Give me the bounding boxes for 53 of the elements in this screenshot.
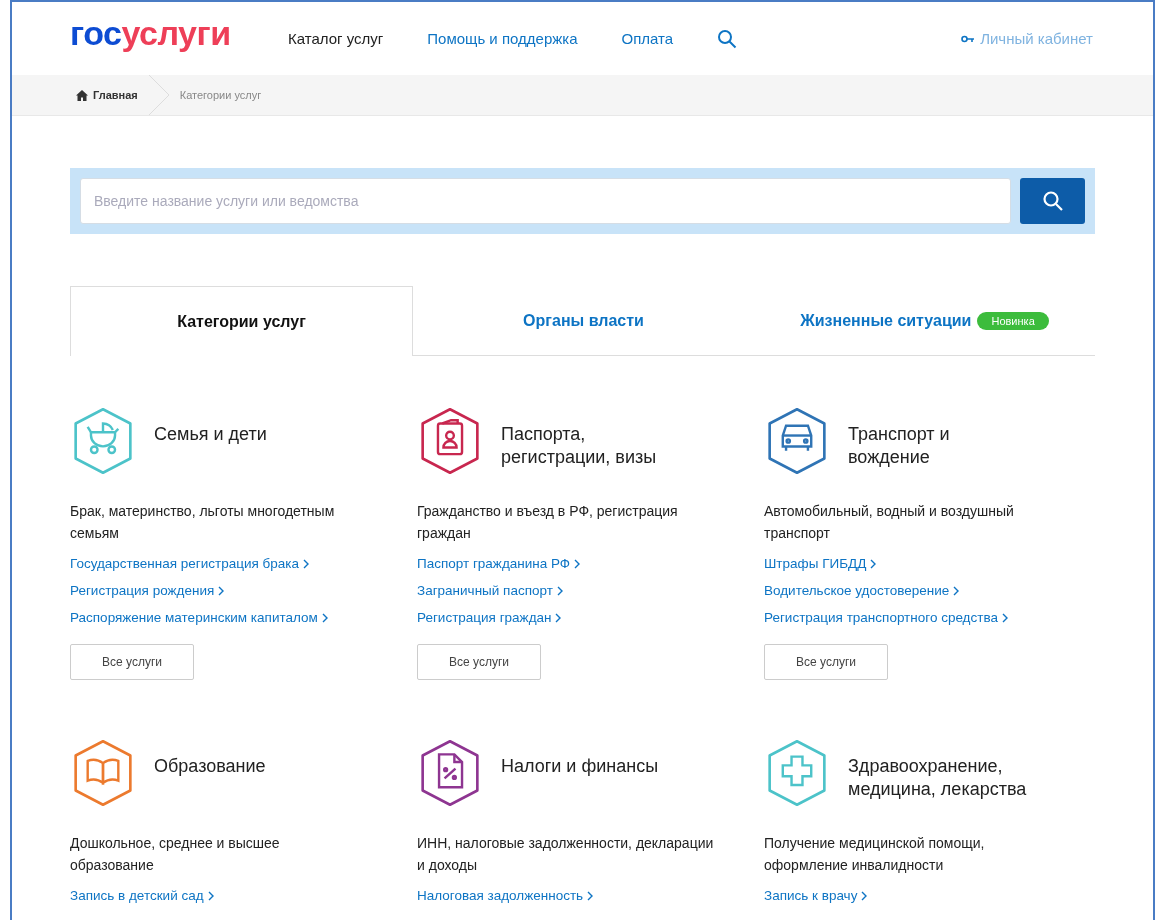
nav-link[interactable]: Каталог услуг	[288, 30, 384, 47]
chevron-icon	[555, 612, 562, 623]
all-services-button[interactable]: Все услуги	[764, 644, 888, 680]
service-link[interactable]: Регистрация граждан	[417, 610, 562, 625]
chevron-icon	[574, 558, 581, 569]
chevron-icon	[218, 585, 225, 596]
search-field[interactable]: Введите название услуги или ведомства	[80, 178, 1011, 224]
new-badge: Новинка	[977, 311, 1049, 330]
service-link[interactable]: Распоряжение материнским капиталом	[70, 610, 328, 625]
search-icon[interactable]	[717, 28, 738, 49]
chevron-icon	[1001, 612, 1008, 623]
breadcrumb-link[interactable]: Главная	[76, 89, 138, 101]
service-link[interactable]: Запись к врачу	[764, 888, 868, 903]
category-description: ИНН, налоговые задолженности, декларации и доходы	[417, 834, 714, 875]
service-link[interactable]: Водительское удостоверение	[764, 583, 960, 598]
chevron-icon	[303, 558, 310, 569]
chevron-icon	[321, 612, 328, 623]
chevron-icon	[556, 585, 563, 596]
service-link[interactable]: Налоговая задолженность	[417, 888, 594, 903]
service-link[interactable]: Регистрация транспортного средства	[764, 610, 1008, 625]
service-link[interactable]: Паспорт гражданина РФ	[417, 556, 581, 571]
tab[interactable]: Категории услуг	[70, 286, 413, 356]
breadcrumb-link[interactable]: Категории услуг	[179, 89, 262, 101]
category-description: Гражданство и въезд в РФ, регистрация граждан	[417, 502, 679, 543]
category-description: Получение медицинской помощи, оформление инвалидности	[764, 834, 986, 875]
category-title[interactable]: Здравоохранение, медицина, лекарства	[848, 755, 1033, 801]
service-link[interactable]: Штрафы ГИБДД	[764, 556, 877, 571]
category-description: Автомобильный, водный и воздушный транспорт	[764, 502, 1015, 543]
chevron-icon	[207, 890, 214, 901]
category-title[interactable]: Семья и дети	[154, 423, 267, 446]
category-title[interactable]: Паспорта, регистрации, визы	[501, 423, 686, 469]
category-title[interactable]: Транспорт и вождение	[848, 423, 1033, 469]
category-description: Брак, материнство, льготы многодетным семьям	[70, 502, 336, 543]
search-button[interactable]	[1020, 178, 1085, 224]
category-description: Дошкольное, среднее и высшее образование	[70, 834, 281, 875]
search-icon	[1041, 190, 1064, 212]
all-services-button[interactable]: Все услуги	[70, 644, 194, 680]
chevron-icon	[953, 585, 960, 596]
service-link[interactable]: Запись в детский сад	[70, 888, 214, 903]
nav-link[interactable]: Помощь и поддержка	[427, 30, 578, 47]
service-link[interactable]: Государственная регистрация брака	[70, 556, 310, 571]
chevron-icon	[870, 558, 877, 569]
home-icon	[76, 89, 88, 101]
category-title[interactable]: Налоги и финансы	[501, 755, 659, 778]
chevron-icon	[861, 890, 868, 901]
logo[interactable]: госуслуги	[70, 14, 288, 53]
category-title[interactable]: Образование	[154, 755, 266, 778]
key-icon	[961, 34, 975, 43]
chevron-icon	[587, 890, 594, 901]
service-link[interactable]: Заграничный паспорт	[417, 583, 563, 598]
nav-link[interactable]: Оплата	[621, 30, 674, 47]
service-link[interactable]: Регистрация рождения	[70, 583, 225, 598]
all-services-button[interactable]: Все услуги	[417, 644, 541, 680]
